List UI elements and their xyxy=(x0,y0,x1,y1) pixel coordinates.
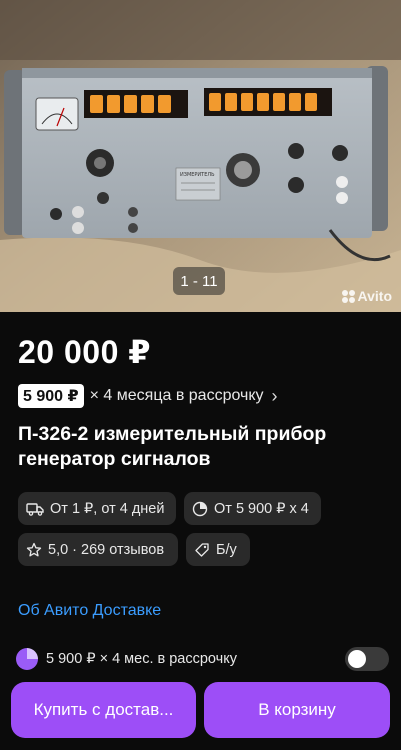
installment-text: × 4 месяца в рассрочку xyxy=(89,387,264,404)
chip-installment[interactable]: От 5 900 ₽ х 4 xyxy=(184,492,321,525)
listing-price: 20 000 ₽ xyxy=(18,334,152,370)
chip-delivery-label: От 1 ₽, от 4 дней xyxy=(50,500,165,517)
chevron-right-icon: › xyxy=(271,385,278,406)
installment-link[interactable]: 5 900 ₽ × 4 месяца в рассрочку › xyxy=(18,384,278,408)
chip-delivery[interactable]: От 1 ₽, от 4 дней xyxy=(18,492,176,525)
add-to-cart-button[interactable]: В корзину xyxy=(204,682,390,738)
listing-title: П-326-2 измерительный прибор генератор с… xyxy=(18,423,327,470)
chip-rating[interactable]: 5,0 · 269 отзывов xyxy=(18,533,178,566)
buy-with-delivery-button[interactable]: Купить с достав... xyxy=(11,682,196,738)
chip-condition-label: Б/у xyxy=(216,541,237,558)
installment-pie-icon xyxy=(192,501,208,516)
avito-logo-icon xyxy=(341,289,355,303)
installment-toggle[interactable] xyxy=(345,647,389,671)
installment-option-row: 5 900 ₽ × 4 мес. в рассрочку xyxy=(16,646,391,672)
tag-icon xyxy=(195,542,209,557)
installment-option-text: 5 900 ₽ × 4 мес. в рассрочку xyxy=(46,651,237,667)
installment-amount-badge: 5 900 ₽ xyxy=(18,384,84,408)
truck-icon xyxy=(26,502,44,516)
installment-pie-badge-icon xyxy=(16,648,38,670)
chip-condition[interactable]: Б/у xyxy=(186,533,250,566)
device-photo-image: ИЗМЕРИТЕЛЬ xyxy=(0,0,401,312)
product-photo[interactable]: ИЗМЕРИТЕЛЬ 1 - 11 Avito xyxy=(0,0,401,312)
star-icon xyxy=(26,542,42,556)
photo-counter: 1 - 11 xyxy=(173,267,225,295)
device-label-text: ИЗМЕРИТЕЛЬ xyxy=(180,172,215,178)
chip-installment-label: От 5 900 ₽ х 4 xyxy=(214,500,309,517)
avito-watermark: Avito xyxy=(341,288,392,304)
toggle-knob xyxy=(348,650,366,668)
chip-rating-label: 5,0 · 269 отзывов xyxy=(48,541,165,558)
avito-delivery-link[interactable]: Об Авито Доставке xyxy=(18,602,161,620)
avito-watermark-text: Avito xyxy=(357,288,392,304)
